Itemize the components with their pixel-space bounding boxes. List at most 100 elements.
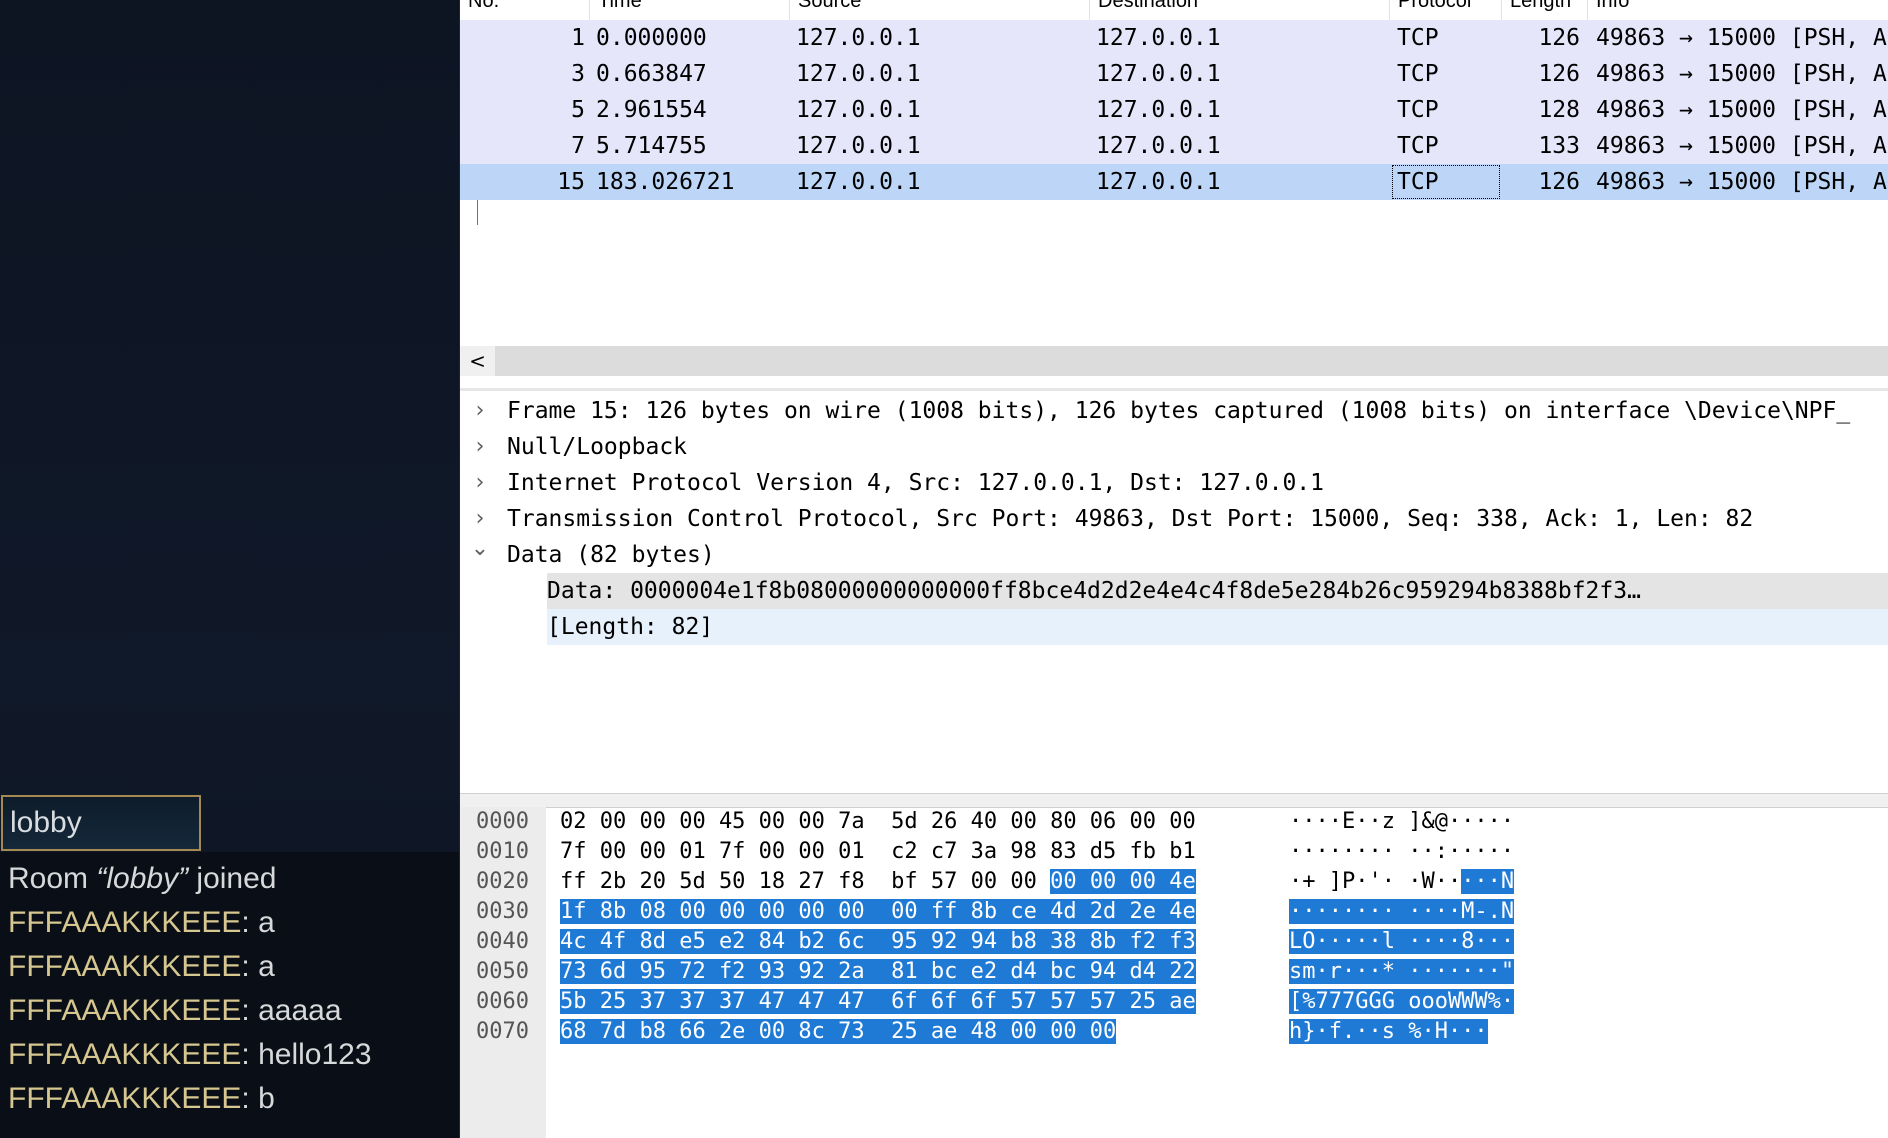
byte-offset: 0070 [476,1019,529,1044]
chat-system-text: joined [188,862,277,895]
hex-row[interactable]: 5b 25 37 37 37 47 47 47 6f 6f 6f 57 57 5… [560,987,1196,1017]
hex-bytes-selected: 00 00 00 4e [1050,869,1196,894]
packet-destination: 127.0.0.1 [1096,61,1221,87]
chat-line: FFFAAAKKKEEE: b [8,1082,275,1116]
packet-row[interactable]: 7 5.714755 127.0.0.1 127.0.0.1 TCP 133 4… [460,128,1888,164]
chat-message: : b [241,1082,275,1115]
packet-source: 127.0.0.1 [796,97,921,123]
tree-item-label: Transmission Control Protocol, Src Port:… [507,506,1754,532]
tree-item-label: Internet Protocol Version 4, Src: 127.0.… [507,470,1324,496]
hex-row[interactable]: 02 00 00 00 45 00 00 7a 5d 26 40 00 80 0… [560,807,1196,837]
ascii-row[interactable]: h}·f.··s %·H··· [1289,1017,1488,1047]
ascii-chars-selected: ········ ····M-.N [1289,899,1515,924]
packet-no: 1 [571,25,585,51]
chat-nick: FFFAAAKKKEEE [8,1038,242,1071]
packet-time: 0.000000 [596,25,707,51]
room-name-input[interactable]: lobby [1,795,201,851]
packet-row[interactable]: 3 0.663847 127.0.0.1 127.0.0.1 TCP 126 4… [460,56,1888,92]
hex-row[interactable]: 73 6d 95 72 f2 93 92 2a 81 bc e2 d4 bc 9… [560,957,1196,987]
packet-protocol-focused[interactable]: TCP [1391,164,1501,200]
tree-item-label: Data: 0000004e1f8b08000000000000ff8bce4d… [547,578,1641,604]
packet-no: 7 [571,133,585,159]
ascii-chars: ········ ··:····· [1289,839,1515,864]
chat-message: : hello123 [241,1038,372,1071]
ascii-chars-selected: [%777GGG oooWWW%· [1289,989,1515,1014]
tree-item-frame[interactable]: › Frame 15: 126 bytes on wire (1008 bits… [460,393,1888,429]
packet-no: 15 [557,169,585,195]
packet-info: 49863 → 15000 [PSH, A [1596,169,1887,195]
column-header-protocol[interactable]: Protocol [1390,0,1502,20]
hex-bytes: 7f 00 00 01 7f 00 00 01 c2 c7 3a 98 83 d… [560,839,1196,864]
column-header-info[interactable]: Info [1588,0,1888,20]
chevron-right-icon[interactable]: › [470,393,490,429]
packet-length: 126 [1538,61,1580,87]
ascii-chars: ····E··z ]&@····· [1289,809,1515,834]
hex-row[interactable]: 4c 4f 8d e5 e2 84 b2 6c 95 92 94 b8 38 8… [560,927,1196,957]
ascii-row[interactable]: [%777GGG oooWWW%· [1289,987,1515,1017]
byte-offset: 0050 [476,959,529,984]
chat-message: : a [241,950,275,983]
ascii-row[interactable]: ········ ····M-.N [1289,897,1515,927]
packet-length: 126 [1538,169,1580,195]
packet-row[interactable]: 1 0.000000 127.0.0.1 127.0.0.1 TCP 126 4… [460,20,1888,56]
packet-info: 49863 → 15000 [PSH, A [1596,133,1887,159]
chat-message: : aaaaa [241,994,342,1027]
chevron-down-icon[interactable]: ⌄ [470,531,490,567]
packet-row-selected[interactable]: 15 183.026721 127.0.0.1 127.0.0.1 TCP 12… [460,164,1888,200]
packet-destination: 127.0.0.1 [1096,169,1221,195]
game-window: lobby Room “lobby” joined FFFAAAKKKEEE: … [0,0,459,1138]
tree-item-label: Data (82 bytes) [507,542,715,568]
ascii-row[interactable]: ····E··z ]&@····· [1289,807,1514,837]
packet-details: › Frame 15: 126 bytes on wire (1008 bits… [460,392,1888,792]
ascii-row[interactable]: LO·····l ····8··· [1289,927,1515,957]
tree-item-label: Null/Loopback [507,434,688,460]
packet-list-header: No. Time Source Destination Protocol Len… [460,0,1888,20]
tree-item-data-value[interactable]: Data: 0000004e1f8b08000000000000ff8bce4d… [547,573,1888,609]
chat-nick: FFFAAAKKKEEE [8,950,242,983]
hex-row[interactable]: 68 7d b8 66 2e 00 8c 73 25 ae 48 00 00 0… [560,1017,1117,1047]
column-header-no[interactable]: No. [460,0,590,20]
chat-line: FFFAAAKKKEEE: a [8,950,275,984]
ascii-row[interactable]: ········ ··:····· [1289,837,1514,867]
packet-list-hscrollbar[interactable]: < [460,346,1888,376]
packet-no: 3 [571,61,585,87]
column-header-time[interactable]: Time [590,0,790,20]
hex-row[interactable]: 1f 8b 08 00 00 00 00 00 00 ff 8b ce 4d 2… [560,897,1196,927]
tree-item-data-length[interactable]: [Length: 82] [547,609,1888,645]
tree-item-data[interactable]: ⌄ Data (82 bytes) [460,536,1888,573]
column-header-source[interactable]: Source [790,0,1090,20]
chat-line: FFFAAAKKKEEE: aaaaa [8,994,342,1028]
hex-row[interactable]: 7f 00 00 01 7f 00 00 01 c2 c7 3a 98 83 d… [560,837,1196,867]
chevron-right-icon[interactable]: › [470,429,490,465]
tree-item-label: Frame 15: 126 bytes on wire (1008 bits),… [507,398,1851,424]
hex-bytes-selected: 1f 8b 08 00 00 00 00 00 00 ff 8b ce 4d 2… [560,899,1196,924]
hex-row[interactable]: ff 2b 20 5d 50 18 27 f8 bf 57 00 00 00 0… [560,867,1196,897]
ascii-chars-selected: h}·f.··s %·H··· [1289,1019,1488,1044]
chat-nick: FFFAAAKKKEEE [8,994,242,1027]
tree-item-tcp[interactable]: › Transmission Control Protocol, Src Por… [460,501,1888,537]
hex-bytes: ff 2b 20 5d 50 18 27 f8 bf 57 00 00 [560,869,1051,894]
chevron-right-icon[interactable]: › [470,465,490,501]
chat-line-room-joined: Room “lobby” joined [8,862,276,896]
ascii-row[interactable]: ·+ ]P·'· ·W·····N [1289,867,1515,897]
chat-nick: FFFAAAKKKEEE [8,1082,242,1115]
column-header-destination[interactable]: Destination [1090,0,1390,20]
scroll-left-icon[interactable]: < [460,346,495,376]
chat-log: Room “lobby” joined FFFAAAKKKEEE: a FFFA… [0,852,459,1138]
packet-destination: 127.0.0.1 [1096,97,1221,123]
chat-line: FFFAAAKKKEEE: a [8,906,275,940]
pane-splitter[interactable] [460,388,1888,391]
ascii-chars-selected: LO·····l ····8··· [1289,929,1515,954]
packet-source: 127.0.0.1 [796,25,921,51]
packet-info: 49863 → 15000 [PSH, A [1596,25,1887,51]
pane-splitter[interactable] [460,793,1888,808]
packet-list: 1 0.000000 127.0.0.1 127.0.0.1 TCP 126 4… [460,20,1888,346]
byte-offset: 0040 [476,929,529,954]
tree-item-ipv4[interactable]: › Internet Protocol Version 4, Src: 127.… [460,465,1888,501]
column-header-length[interactable]: Length [1502,0,1588,20]
wireshark-window: No. Time Source Destination Protocol Len… [459,0,1888,1138]
tree-item-null-loopback[interactable]: › Null/Loopback [460,429,1888,465]
packet-source: 127.0.0.1 [796,169,921,195]
ascii-row[interactable]: sm·r···* ·······" [1289,957,1515,987]
packet-row[interactable]: 5 2.961554 127.0.0.1 127.0.0.1 TCP 128 4… [460,92,1888,128]
